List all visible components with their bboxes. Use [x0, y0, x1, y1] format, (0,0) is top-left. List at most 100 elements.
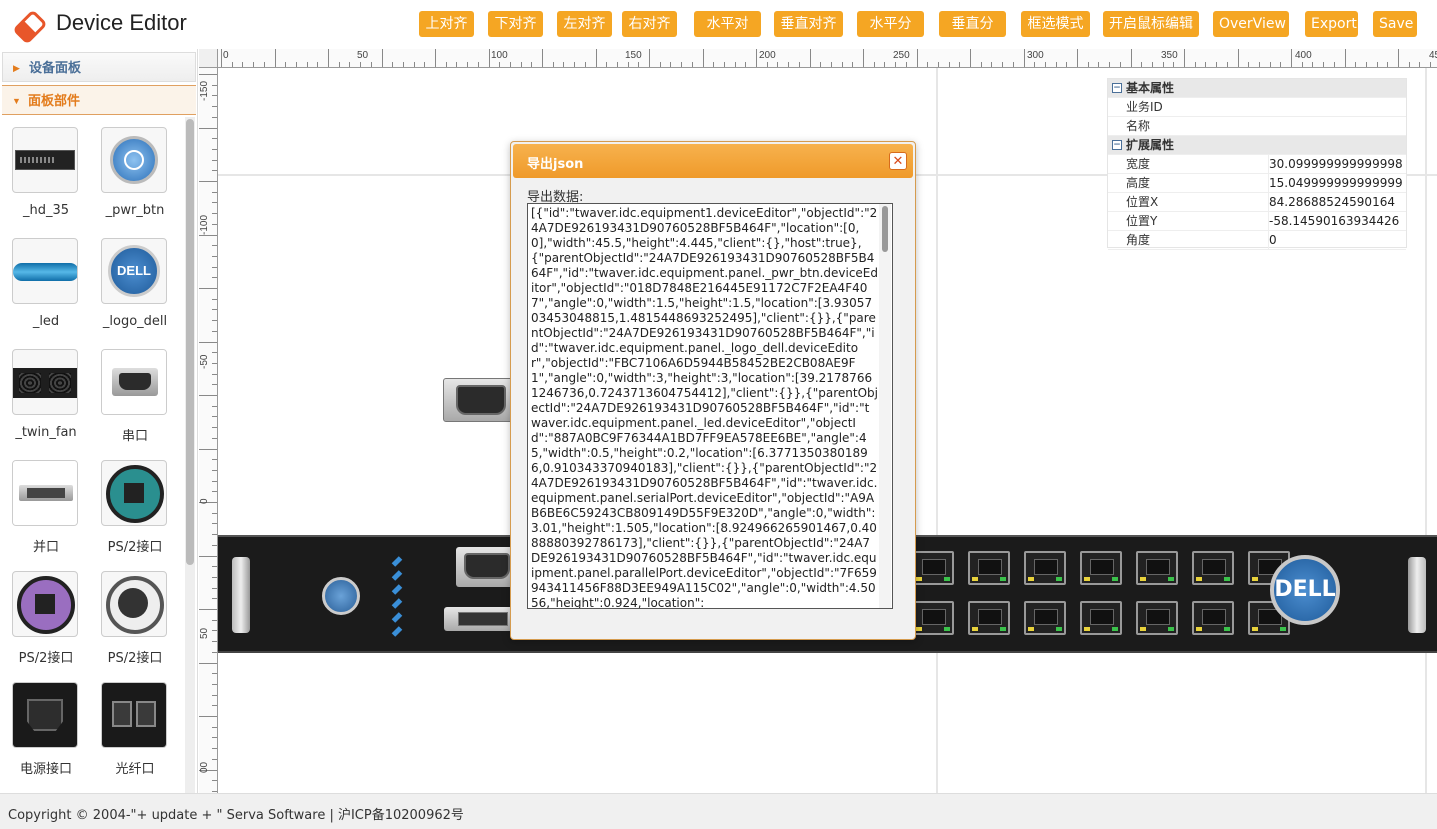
network-port-icon[interactable] [1192, 551, 1234, 585]
property-row[interactable]: 位置X 84.28688524590164 [1108, 193, 1406, 212]
network-port-icon[interactable] [1080, 551, 1122, 585]
property-row[interactable]: 业务ID [1108, 98, 1406, 117]
ruler-tick [584, 62, 586, 67]
collapse-icon[interactable]: − [1112, 83, 1122, 93]
palette-item[interactable]: 光纤口 [91, 682, 171, 786]
property-value[interactable]: -58.14590163934426 [1268, 212, 1406, 231]
palette-item[interactable]: _hd_35 [2, 127, 82, 231]
palette-item[interactable]: PS/2接口 [91, 571, 171, 675]
handle-right[interactable] [1408, 557, 1426, 633]
toolbar-button[interactable]: Save [1373, 11, 1417, 37]
scrollbar-thumb[interactable] [882, 206, 888, 252]
property-row[interactable]: 位置Y -58.14590163934426 [1108, 212, 1406, 231]
ruler-tick [212, 641, 217, 643]
export-json-textarea[interactable]: [{"id":"twaver.idc.equipment1.deviceEdit… [527, 203, 893, 609]
palette-item[interactable]: PS/2接口 [2, 571, 82, 675]
network-port-icon[interactable] [1136, 551, 1178, 585]
network-port-icon[interactable] [1080, 601, 1122, 635]
ruler-tick [199, 555, 217, 557]
ruler-tick [199, 448, 217, 450]
toolbar-button[interactable]: 开启鼠标编辑 [1103, 11, 1199, 37]
ruler-tick [1291, 49, 1292, 67]
network-port-icon[interactable] [1192, 601, 1234, 635]
ruler-tick [338, 62, 340, 67]
ruler-tick [884, 62, 886, 67]
ruler-tick [970, 49, 971, 67]
network-port-icon[interactable] [1024, 601, 1066, 635]
textarea-scrollbar[interactable] [879, 204, 891, 608]
ruler-tick [212, 148, 217, 150]
toolbar-button[interactable]: 右对齐 [622, 11, 677, 37]
property-value[interactable]: 84.28688524590164 [1268, 193, 1406, 212]
toolbar-button[interactable]: Export [1305, 11, 1358, 37]
ruler-tick [212, 277, 217, 279]
sidebar-scrollbar[interactable] [185, 117, 195, 793]
ruler-tick [1269, 62, 1271, 67]
toolbar-button[interactable]: 下对齐 [488, 11, 543, 37]
power-button-icon[interactable] [322, 577, 360, 615]
ruler-tick [212, 245, 217, 247]
network-port-icon[interactable] [968, 601, 1010, 635]
toolbar-button[interactable]: 水平对齐 [694, 11, 761, 58]
palette-item[interactable]: 串口 [91, 349, 171, 453]
property-key: 名称 [1126, 119, 1151, 133]
palette-item[interactable]: PS/2接口 [91, 460, 171, 564]
ruler-tick [574, 62, 576, 67]
ruler-tick [895, 62, 897, 67]
property-row[interactable]: 宽度 30.099999999999998 [1108, 155, 1406, 174]
toolbar-button[interactable]: 左对齐 [557, 11, 612, 37]
palette-item[interactable]: _twin_fan [2, 349, 82, 453]
property-row[interactable]: 名称 [1108, 117, 1406, 136]
ruler-tick [477, 62, 479, 67]
ruler-tick [435, 49, 436, 67]
ruler-tick [1419, 62, 1421, 67]
property-row[interactable]: 角度 0 [1108, 231, 1406, 250]
toolbar-button[interactable]: 垂直对齐 [774, 11, 843, 37]
ruler-tick [1216, 62, 1218, 67]
ruler-tick [370, 62, 372, 67]
handle-left[interactable] [232, 557, 250, 633]
network-port-icon[interactable] [912, 601, 954, 635]
ruler-tick [212, 491, 217, 493]
ruler-tick [263, 62, 265, 67]
copyright-text: Copyright © 2004-"+ update + " Serva Sof… [8, 808, 464, 823]
ruler-tick [959, 62, 961, 67]
palette-item[interactable]: _led [2, 238, 82, 342]
property-value[interactable]: 0 [1268, 231, 1406, 250]
ruler-tick [841, 62, 843, 67]
section-panel-parts[interactable]: ▼ 面板部件 [2, 85, 196, 115]
toolbar-button[interactable]: OverView [1213, 11, 1289, 37]
close-icon[interactable]: ✕ [889, 152, 907, 170]
palette-item[interactable]: DELL _logo_dell [91, 238, 171, 342]
network-port-icon[interactable] [1024, 551, 1066, 585]
dell-logo-icon: DELL [101, 238, 167, 304]
serial-port-icon[interactable] [456, 547, 516, 587]
section-device-panel[interactable]: ▶ 设备面板 [2, 52, 196, 82]
network-port-icon[interactable] [912, 551, 954, 585]
property-category[interactable]: − 基本属性 [1108, 79, 1406, 98]
ruler-tick [1333, 62, 1335, 67]
toolbar-button[interactable]: 上对齐 [419, 11, 474, 37]
collapse-icon[interactable]: − [1112, 140, 1122, 150]
property-value[interactable]: 30.099999999999998 [1268, 155, 1406, 174]
property-value[interactable]: 15.049999999999999 [1268, 174, 1406, 193]
toolbar-button[interactable]: 垂直分布 [939, 11, 1006, 58]
palette-item[interactable]: _pwr_btn [91, 127, 171, 231]
ruler-tick [285, 62, 287, 67]
palette-item[interactable]: 电源接口 [2, 682, 82, 786]
toolbar-button[interactable]: 框选模式 [1021, 11, 1090, 37]
property-row[interactable]: 高度 15.049999999999999 [1108, 174, 1406, 193]
scrollbar-thumb[interactable] [186, 119, 194, 565]
toolbar-button[interactable]: 水平分布 [857, 11, 924, 58]
network-port-icon[interactable] [1136, 601, 1178, 635]
ruler-tick [274, 49, 276, 67]
network-port-icon[interactable] [968, 551, 1010, 585]
ruler-tick [306, 62, 308, 67]
palette-item[interactable]: 并口 [2, 460, 82, 564]
parallel-port-icon[interactable] [444, 607, 514, 631]
ruler-tick [809, 49, 811, 67]
property-category[interactable]: − 扩展属性 [1108, 136, 1406, 155]
dialog-header[interactable]: 导出json ✕ [513, 144, 913, 178]
serial-port-component[interactable] [443, 378, 515, 422]
ruler-tick [212, 630, 217, 632]
